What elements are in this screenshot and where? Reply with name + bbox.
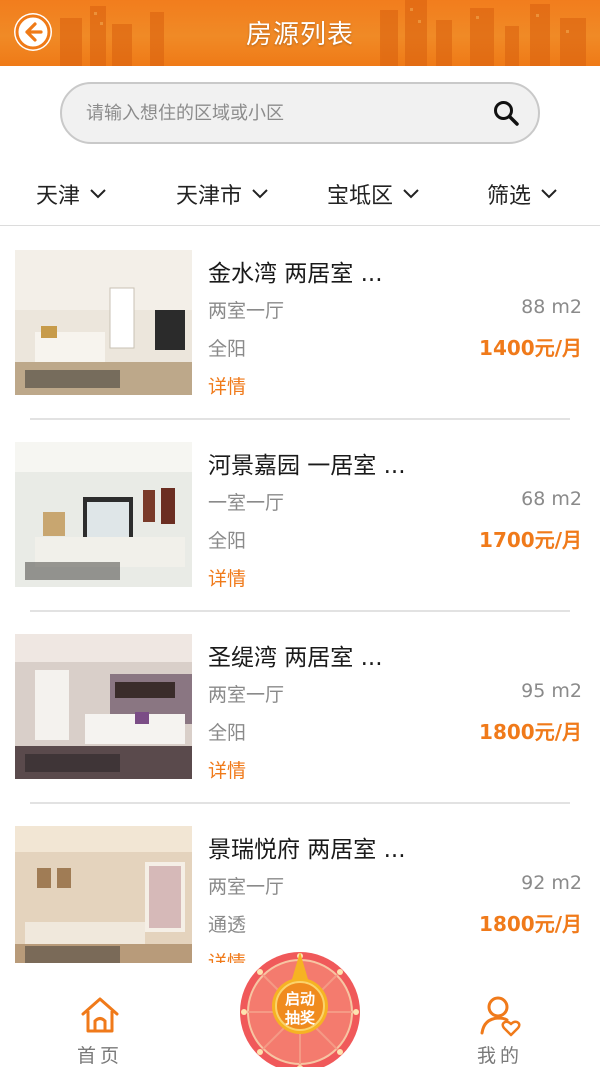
listing-photo[interactable] xyxy=(15,442,192,587)
listing-orientation: 全阳 xyxy=(208,722,247,744)
listing-area: 88 m2 xyxy=(521,296,582,318)
user-heart-icon xyxy=(480,996,521,1037)
filter-municipality[interactable]: 天津市 xyxy=(176,178,268,210)
nav-home-label: 首页 xyxy=(76,1045,123,1067)
room-photo xyxy=(15,826,192,971)
chevron-down-icon xyxy=(252,189,268,199)
listing-detail-link[interactable]: 详情 xyxy=(208,756,246,783)
lottery-label-line1: 启动 xyxy=(284,990,315,1008)
filter-district-label: 宝坻区 xyxy=(327,184,394,209)
nav-mine-label: 我的 xyxy=(476,1045,523,1067)
filter-district[interactable]: 宝坻区 xyxy=(327,178,419,210)
filter-municipality-label: 天津市 xyxy=(176,184,243,209)
listing-area: 95 m2 xyxy=(521,680,582,702)
search-bar[interactable] xyxy=(60,82,540,144)
lottery-label: 启动 抽奖 xyxy=(236,990,364,1028)
listing-title: 河景嘉园 一居室 ... xyxy=(208,453,406,479)
search-icon[interactable] xyxy=(492,99,520,127)
listing-photo[interactable] xyxy=(15,250,192,395)
listing-area: 68 m2 xyxy=(521,488,582,510)
listing-title: 圣缇湾 两居室 ... xyxy=(208,645,383,671)
nav-home[interactable]: 首页 xyxy=(60,993,140,1067)
listing-layout: 两室一厅 xyxy=(208,300,285,322)
filter-more-label: 筛选 xyxy=(487,184,532,209)
filter-city-label: 天津 xyxy=(36,184,81,209)
listing-layout: 一室一厅 xyxy=(208,492,285,514)
filter-bar: 天津 天津市 宝坻区 筛选 xyxy=(0,164,600,226)
chevron-down-icon xyxy=(90,189,106,199)
listing-title: 金水湾 两居室 ... xyxy=(208,261,383,287)
listing-area: 92 m2 xyxy=(521,872,582,894)
listing-layout: 两室一厅 xyxy=(208,684,285,706)
room-photo xyxy=(15,442,192,587)
listing-price: 1800元/月 xyxy=(479,912,582,936)
listing-price: 1700元/月 xyxy=(479,528,582,552)
app-header: 房源列表 xyxy=(0,0,600,66)
listing-item[interactable]: 圣缇湾 两居室 ... 两室一厅 95 m2 全阳 1800元/月 详情 xyxy=(0,612,600,804)
filter-more[interactable]: 筛选 xyxy=(487,178,557,210)
listing-orientation: 全阳 xyxy=(208,338,247,360)
room-photo xyxy=(15,634,192,779)
listing-photo[interactable] xyxy=(15,826,192,971)
listing-layout: 两室一厅 xyxy=(208,876,285,898)
listing-price: 1800元/月 xyxy=(479,720,582,744)
listing-orientation: 通透 xyxy=(208,914,247,936)
chevron-down-icon xyxy=(403,189,419,199)
listing-item[interactable]: 金水湾 两居室 ... 两室一厅 88 m2 全阳 1400元/月 详情 xyxy=(0,228,600,420)
filter-city[interactable]: 天津 xyxy=(36,178,106,210)
lottery-label-line2: 抽奖 xyxy=(284,1009,315,1027)
lottery-button[interactable]: 启动 抽奖 xyxy=(236,946,364,1067)
room-photo xyxy=(15,250,192,395)
search-input[interactable] xyxy=(86,84,486,142)
listing-title: 景瑞悦府 两居室 ... xyxy=(208,837,406,863)
page-title: 房源列表 xyxy=(245,20,354,50)
listing-price: 1400元/月 xyxy=(479,336,582,360)
listing-orientation: 全阳 xyxy=(208,530,247,552)
home-icon xyxy=(81,997,119,1033)
nav-mine[interactable]: 我的 xyxy=(460,993,540,1067)
chevron-down-icon xyxy=(541,189,557,199)
listing-photo[interactable] xyxy=(15,634,192,779)
listing-detail-link[interactable]: 详情 xyxy=(208,564,246,591)
listing-detail-link[interactable]: 详情 xyxy=(208,372,246,399)
listing-item[interactable]: 河景嘉园 一居室 ... 一室一厅 68 m2 全阳 1700元/月 详情 xyxy=(0,420,600,612)
